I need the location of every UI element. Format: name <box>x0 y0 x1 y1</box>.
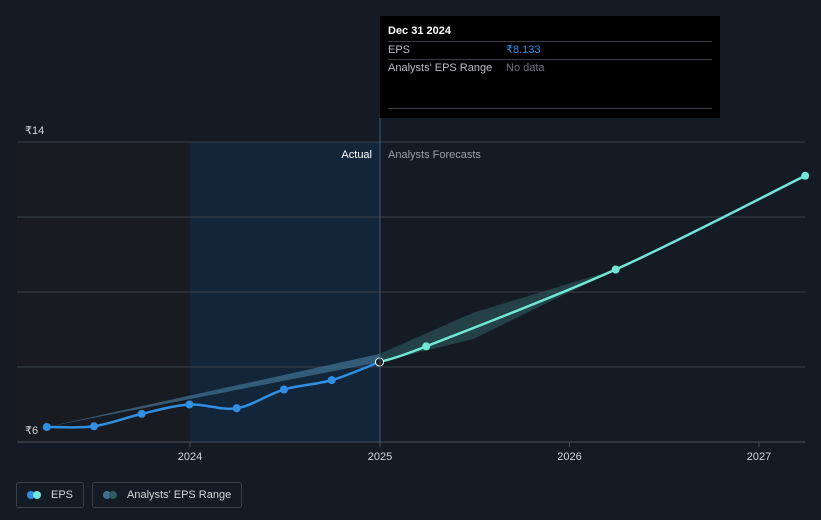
data-point[interactable] <box>42 423 51 431</box>
data-point[interactable] <box>279 385 288 394</box>
x-tick-label: 2027 <box>747 451 771 463</box>
tooltip-date: Dec 31 2024 <box>388 25 451 37</box>
x-axis-ticks: 2024 2025 2026 2027 <box>178 442 771 463</box>
analyst-range-area <box>379 269 616 363</box>
x-tick-label: 2024 <box>178 451 202 463</box>
range-legend-icon <box>103 490 119 500</box>
y-tick-label-bottom: ₹6 <box>25 425 38 437</box>
tooltip-range-value: No data <box>506 62 545 74</box>
data-point[interactable] <box>89 422 98 431</box>
data-point[interactable] <box>422 342 431 351</box>
tooltip-range-label: Analysts' EPS Range <box>388 62 493 74</box>
data-point[interactable] <box>232 404 241 413</box>
y-tick-label-top: ₹14 <box>25 125 44 137</box>
data-point[interactable] <box>185 400 194 409</box>
tooltip-eps-value: ₹8.133 <box>506 44 541 56</box>
eps-legend-icon <box>27 490 43 500</box>
data-point[interactable] <box>801 171 810 180</box>
data-point[interactable] <box>137 409 146 418</box>
highlighted-point[interactable] <box>374 357 384 367</box>
tooltip-divider <box>388 108 712 109</box>
forecast-label: Analysts Forecasts <box>388 149 481 161</box>
legend-range-toggle[interactable]: Analysts' EPS Range <box>92 482 243 508</box>
data-point[interactable] <box>327 376 336 385</box>
x-tick-label: 2025 <box>368 451 392 463</box>
tooltip-eps-label: EPS <box>388 44 411 56</box>
x-tick-label: 2026 <box>557 451 581 463</box>
chart-legend: EPS Analysts' EPS Range <box>16 482 243 508</box>
tooltip-range-row: Analysts' EPS Range No data <box>388 59 712 77</box>
hover-tooltip: Dec 31 2024 EPS ₹8.133 Analysts' EPS Ran… <box>380 16 720 118</box>
tooltip-eps-row: EPS ₹8.133 <box>388 41 712 59</box>
legend-range-label: Analysts' EPS Range <box>127 489 232 501</box>
legend-eps-toggle[interactable]: EPS <box>16 482 85 508</box>
data-point[interactable] <box>611 265 620 274</box>
actual-label: Actual <box>341 149 372 161</box>
legend-eps-label: EPS <box>51 489 74 501</box>
